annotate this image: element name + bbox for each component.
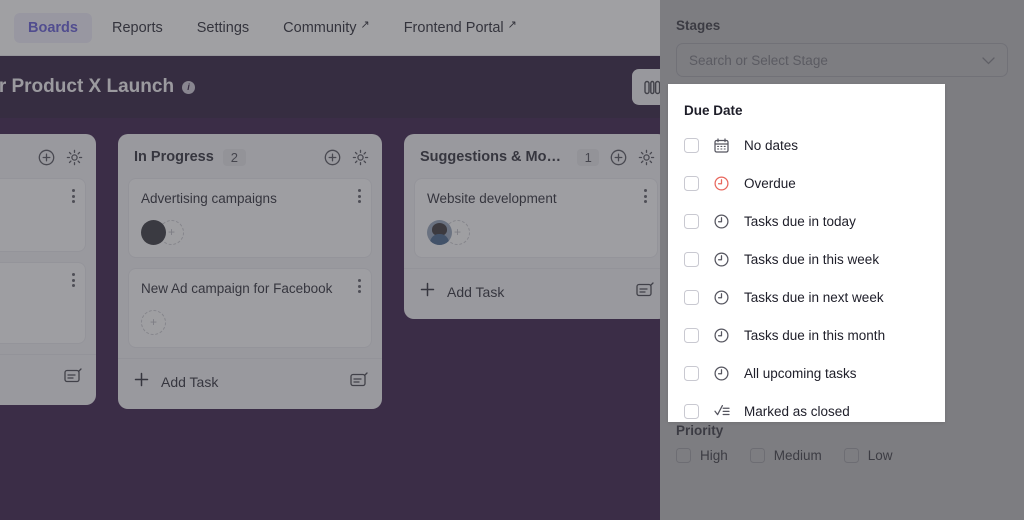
checkbox[interactable] [684,175,699,191]
due-date-option-no-dates[interactable]: No dates [668,126,945,164]
checkbox[interactable] [684,213,699,229]
due-date-label: Overdue [744,175,796,191]
due-date-section-label: Due Date [684,103,743,118]
checkbox[interactable] [684,137,699,153]
due-date-option-this-week[interactable]: Tasks due in this week [668,240,945,278]
due-date-label: Tasks due in this week [744,251,880,267]
checkbox[interactable] [684,403,699,419]
clock-icon [713,327,730,344]
checkbox[interactable] [684,327,699,343]
clock-icon [713,213,730,230]
due-date-option-next-week[interactable]: Tasks due in next week [668,278,945,316]
due-date-option-overdue[interactable]: Overdue [668,164,945,202]
due-date-option-today[interactable]: Tasks due in today [668,202,945,240]
due-date-option-all-upcoming[interactable]: All upcoming tasks [668,354,945,392]
checkbox[interactable] [684,289,699,305]
clock-icon [713,365,730,382]
due-date-label: Tasks due in today [744,213,856,229]
due-date-option-this-month[interactable]: Tasks due in this month [668,316,945,354]
clock-icon [713,175,730,192]
due-date-label: Marked as closed [744,403,850,419]
due-date-label: Tasks due in this month [744,327,886,343]
due-date-label: All upcoming tasks [744,365,857,381]
due-date-option-marked-closed[interactable]: Marked as closed [668,392,945,430]
due-date-label: No dates [744,137,799,153]
checkbox[interactable] [684,365,699,381]
due-date-label: Tasks due in next week [744,289,884,305]
clock-icon [713,289,730,306]
calendar-icon [713,137,730,154]
checkbox[interactable] [684,251,699,267]
checklist-icon [713,403,730,420]
clock-icon [713,251,730,268]
due-date-popover: Due Date No dates Overdue Tasks due in t… [668,84,945,422]
